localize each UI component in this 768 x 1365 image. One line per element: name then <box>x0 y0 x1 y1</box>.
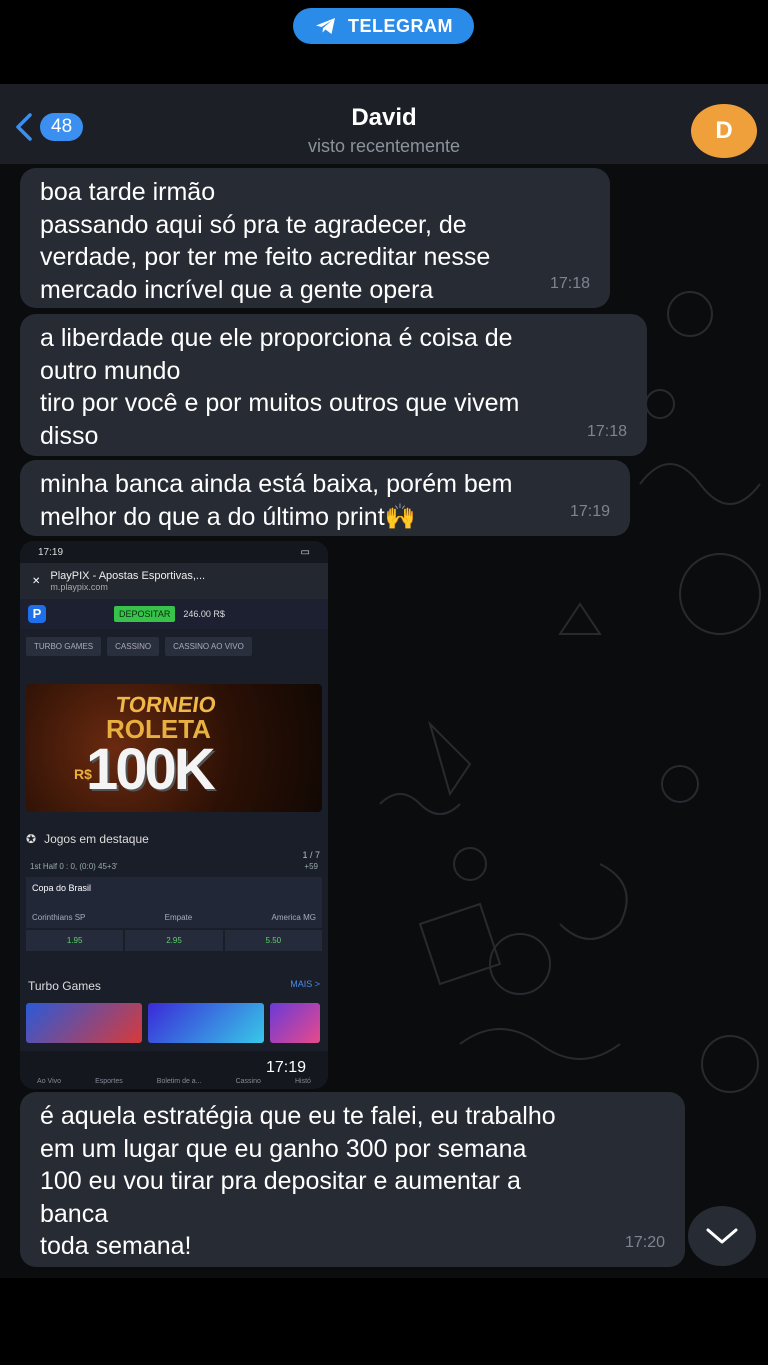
message-text: passando aqui só pra te agradecer, de <box>40 210 467 239</box>
message-text: outro mundo <box>40 356 181 385</box>
featured-icon: ✪ <box>26 832 37 846</box>
image-message[interactable]: 17:19 ▭ ✕ PlayPIX - Apostas Esportivas,.… <box>20 541 328 1089</box>
message-text: minha banca ainda está baixa, porém bem <box>40 470 513 498</box>
close-icon: ✕ <box>32 575 41 587</box>
message-time: 17:19 <box>265 1059 306 1076</box>
telegram-icon <box>316 18 335 34</box>
message-bubble[interactable]: minha banca ainda está baixa, porém bem … <box>20 460 630 536</box>
message-text: em um lugar que eu ganho 300 por semana <box>40 1134 527 1163</box>
message-text: a liberdade que ele proporciona é coisa … <box>40 324 513 352</box>
draw-label: Empate <box>164 913 193 922</box>
site-tab: CASSINO <box>107 637 160 656</box>
message-time: 17:18 <box>586 422 627 440</box>
game-thumbnails <box>20 993 328 1043</box>
message-text: verdade, por ter me feito acreditar ness… <box>40 243 491 271</box>
turbo-games-title: Turbo Games <box>28 979 101 993</box>
message-text: tiro por você e por muitos outros que vi… <box>40 389 520 417</box>
url-domain: m.playpix.com <box>50 582 108 592</box>
message-text: melhor do que a do último print🙌 <box>40 502 416 531</box>
pager: 1 / 7 <box>302 850 320 860</box>
message-text: banca <box>40 1199 109 1228</box>
telegram-badge: TELEGRAM <box>293 8 474 44</box>
message-time: 17:18 <box>549 274 590 292</box>
chat-area[interactable]: boa tarde irmão passando aqui só pra te … <box>0 164 768 1278</box>
team-home: Corinthians SP <box>32 913 86 922</box>
nav-item: Ao Vivo <box>37 1078 62 1085</box>
game-thumbnail <box>148 1003 264 1043</box>
site-tab: TURBO GAMES <box>26 637 102 656</box>
odd-home: 1.95 <box>26 930 124 951</box>
featured-title-text: Jogos em destaque <box>44 832 149 846</box>
live-info: 1st Half 0 : 0, (0:0) 45+3' +59 <box>20 860 328 873</box>
nav-item: Esportes <box>95 1078 123 1085</box>
browser-url-bar: ✕ PlayPIX - Apostas Esportivas,... m.pla… <box>20 563 328 599</box>
telegram-label: TELEGRAM <box>348 15 453 36</box>
balance: 246.00 R$ <box>183 609 225 619</box>
more-link: MAIS > <box>290 979 320 989</box>
message-text: toda semana! <box>40 1232 192 1260</box>
nav-item: Boletim de a... <box>156 1078 202 1085</box>
battery-icon: ▭ <box>300 546 310 558</box>
message-text: boa tarde irmão <box>40 178 216 206</box>
message-text: 100 eu vou tirar pra depositar e aumenta… <box>40 1167 521 1195</box>
team-away: America MG <box>271 913 316 922</box>
phone-status-time: 17:19 <box>38 546 64 558</box>
promo-banner: TORNEIO ROLETA R$ 100K <box>26 684 322 812</box>
message-bubble[interactable]: a liberdade que ele proporciona é coisa … <box>20 314 647 456</box>
game-thumbnail <box>270 1003 320 1043</box>
featured-section-title: ✪ Jogos em destaque <box>20 812 328 846</box>
nav-item: Cassino <box>235 1078 261 1085</box>
message-bubble[interactable]: boa tarde irmão passando aqui só pra te … <box>20 168 610 308</box>
playpix-logo-icon: P <box>28 605 46 623</box>
live-markets: +59 <box>304 862 318 871</box>
site-tab: CASSINO AO VIVO <box>165 637 252 656</box>
scroll-down-button[interactable] <box>688 1206 756 1266</box>
match-card: Copa do Brasil Corinthians SP Empate Ame… <box>26 877 322 928</box>
message-bubble[interactable]: é aquela estratégia que eu te falei, eu … <box>20 1092 685 1267</box>
site-topbar: P DEPOSITAR 246.00 R$ <box>20 599 328 629</box>
nav-item: Histó <box>294 1078 311 1085</box>
banner-amount: 100K <box>86 737 216 802</box>
deposit-button: DEPOSITAR <box>114 606 176 622</box>
odd-away: 5.50 <box>224 930 322 951</box>
odds-row: 1.95 2.95 5.50 <box>26 930 322 951</box>
message-text: mercado incrível que a gente opera <box>40 275 434 304</box>
message-text: é aquela estratégia que eu te falei, eu … <box>40 1102 556 1130</box>
avatar[interactable]: D <box>691 104 757 158</box>
message-time: 17:19 <box>569 502 610 520</box>
url-title: PlayPIX - Apostas Esportivas,... <box>50 570 206 582</box>
game-thumbnail <box>26 1003 142 1043</box>
contact-name[interactable]: David <box>0 104 768 132</box>
chat-header: 48 David visto recentemente D <box>0 84 768 164</box>
contact-status: visto recentemente <box>307 136 461 156</box>
turbo-games-header: Turbo Games MAIS > <box>20 951 328 993</box>
message-time: 17:20 <box>624 1233 665 1251</box>
message-text: disso <box>40 421 99 450</box>
competition-name: Copa do Brasil <box>32 883 92 893</box>
site-tabs: TURBO GAMES CASSINO CASSINO AO VIVO <box>20 629 328 664</box>
phone-status-bar: 17:19 ▭ <box>20 541 328 563</box>
chevron-down-icon <box>706 1228 738 1244</box>
odd-draw: 2.95 <box>125 930 223 951</box>
live-info-text: 1st Half 0 : 0, (0:0) 45+3' <box>30 862 118 871</box>
